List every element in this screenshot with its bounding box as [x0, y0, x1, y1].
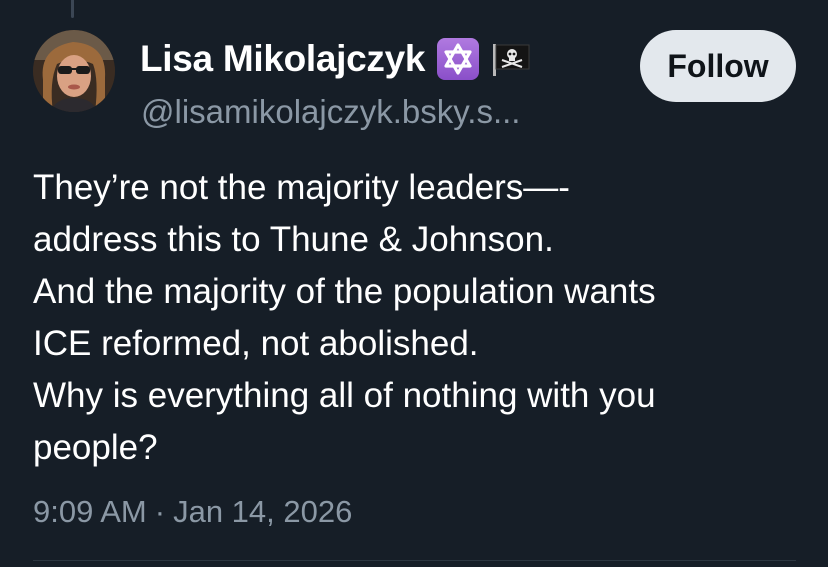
- post-text-line: And the majority of the population wants: [33, 272, 656, 311]
- author-handle[interactable]: @lisamikolajczyk.bsky.s...: [141, 93, 520, 131]
- post-text-line: They’re not the majority leaders—-: [33, 168, 570, 207]
- author-display-name[interactable]: Lisa Mikolajczyk: [140, 38, 425, 80]
- star-of-david-icon: [437, 38, 480, 80]
- avatar-image: [33, 30, 115, 112]
- post-timestamp[interactable]: 9:09 AM · Jan 14, 2026: [33, 494, 352, 530]
- divider: [33, 560, 796, 561]
- post-date: Jan 14, 2026: [173, 494, 353, 529]
- post-text-line: ICE reformed, not abolished.: [33, 324, 479, 363]
- avatar[interactable]: [33, 30, 115, 112]
- post-text-line: address this to Thune & Johnson.: [33, 220, 554, 259]
- author-name-row: Lisa Mikolajczyk: [140, 36, 531, 82]
- meta-separator: ·: [154, 494, 166, 529]
- post-text-line: Why is everything all of nothing with yo…: [33, 376, 656, 415]
- follow-button[interactable]: Follow: [640, 30, 796, 102]
- thread-connector-line: [71, 0, 74, 18]
- post-text: They’re not the majority leaders—- addre…: [33, 162, 803, 474]
- post-time: 9:09 AM: [33, 494, 147, 529]
- pirate-flag-icon: [491, 42, 531, 76]
- post-text-line: people?: [33, 428, 158, 467]
